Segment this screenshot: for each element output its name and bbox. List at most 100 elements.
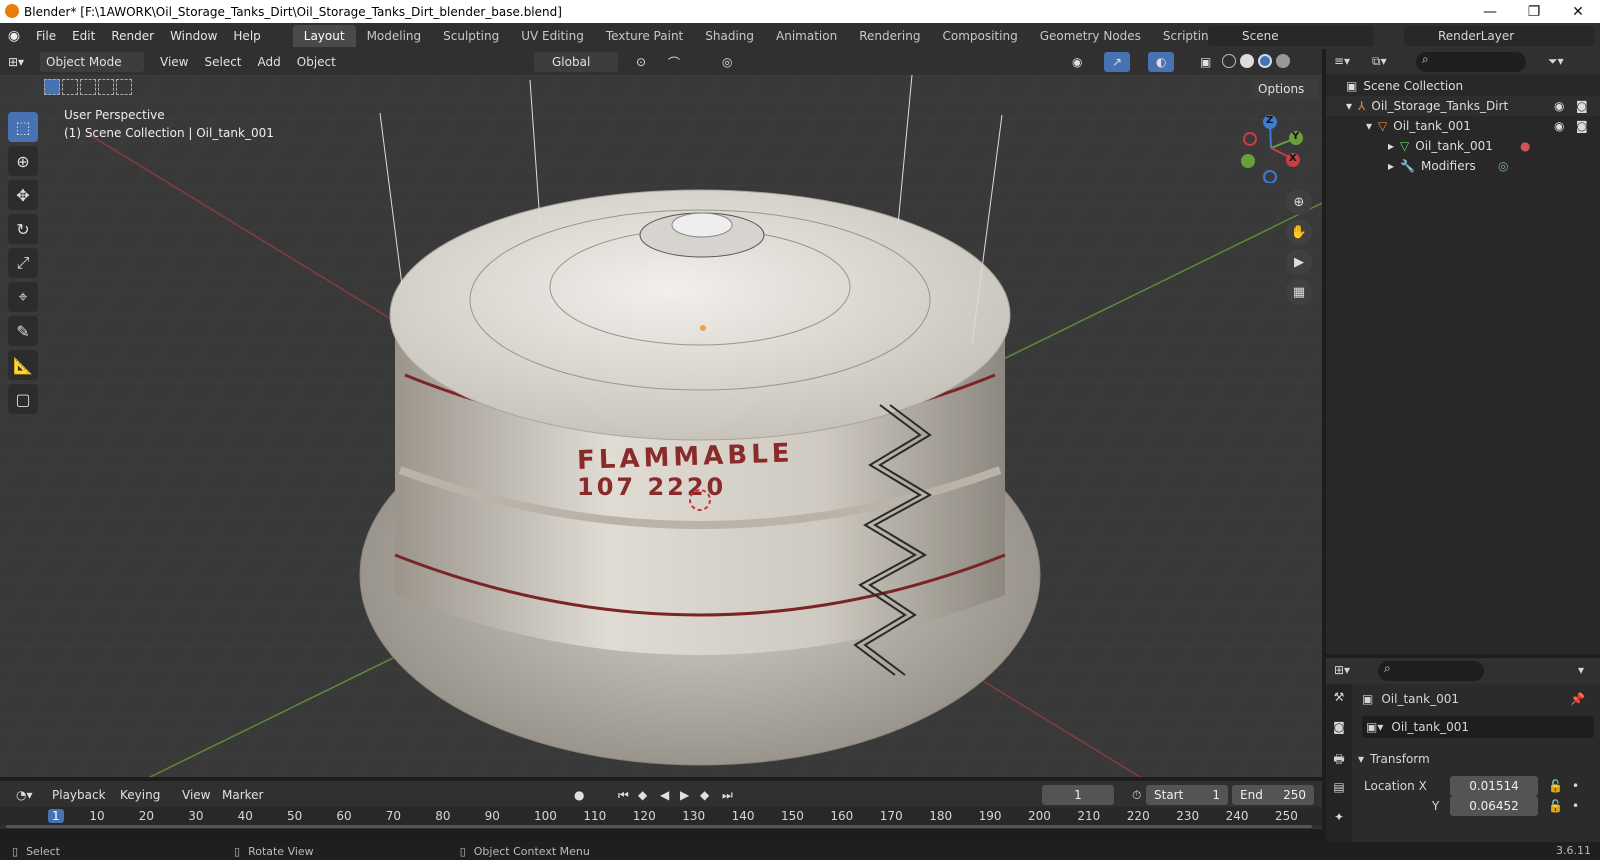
tab-layout[interactable]: Layout xyxy=(292,25,356,47)
cursor-icon[interactable]: ⊕ xyxy=(8,146,38,176)
keyframe-dot-icon[interactable]: • xyxy=(1572,799,1579,813)
render-camera-icon[interactable]: ◙ xyxy=(1576,99,1588,113)
rotate-icon[interactable]: ↻ xyxy=(8,214,38,244)
close-button[interactable]: ✕ xyxy=(1556,0,1600,23)
shading-rendered-icon[interactable] xyxy=(1276,54,1290,68)
3d-viewport[interactable]: FLAMMABLE 107 2220 User Perspective (1) … xyxy=(0,75,1322,777)
measure-icon[interactable]: 📐 xyxy=(8,350,38,380)
tab-rendering[interactable]: Rendering xyxy=(848,25,931,47)
timeline-editor-icon[interactable]: ◔▾ xyxy=(8,785,41,805)
gizmo-toggle-icon[interactable]: ↗ xyxy=(1104,52,1131,72)
timeline-ruler[interactable]: 1 10 20 30 40 50 60 70 80 90 100 110 120 130 140 150 160… xyxy=(0,807,1322,825)
view-layer-tab-icon[interactable]: ▤ xyxy=(1326,774,1352,804)
shading-wireframe-icon[interactable] xyxy=(1222,54,1236,68)
select-subtract-icon[interactable] xyxy=(80,79,96,95)
tab-shading[interactable]: Shading xyxy=(694,25,765,47)
shading-material-icon[interactable] xyxy=(1258,54,1272,68)
tab-geometry-nodes[interactable]: Geometry Nodes xyxy=(1029,25,1152,47)
menu-help[interactable]: Help xyxy=(225,23,268,49)
pan-hand-icon[interactable]: ✋ xyxy=(1286,219,1312,245)
outliner-item-scene-collection[interactable]: ▣ Scene Collection xyxy=(1326,76,1600,96)
pin-icon[interactable]: 📌 xyxy=(1570,692,1585,706)
location-y-field[interactable]: 0.06452 xyxy=(1450,796,1538,816)
maximize-button[interactable]: ❐ xyxy=(1512,0,1556,23)
tab-modeling[interactable]: Modeling xyxy=(356,25,433,47)
menu-render[interactable]: Render xyxy=(103,23,162,49)
transform-panel-header[interactable]: ▾ Transform xyxy=(1358,748,1594,770)
outliner-item-oil-tank-object[interactable]: ▾ ▽ Oil_tank_001 ◉ ◙ xyxy=(1326,116,1600,136)
menu-playback[interactable]: Playback xyxy=(44,785,114,805)
render-camera-icon[interactable]: ◙ xyxy=(1576,119,1588,133)
options-button[interactable]: Options xyxy=(1252,79,1318,99)
navigation-gizmo[interactable]: Z Y X xyxy=(1236,113,1306,184)
outliner-item-oil-storage-tanks[interactable]: ▾ ⅄ Oil_Storage_Tanks_Dirt ◉ ◙ xyxy=(1326,96,1600,116)
menu-window[interactable]: Window xyxy=(162,23,225,49)
minimize-button[interactable]: — xyxy=(1468,0,1512,23)
render-layer-selector[interactable]: RenderLayer xyxy=(1404,26,1594,46)
tab-texture-paint[interactable]: Texture Paint xyxy=(595,25,694,47)
menu-edit[interactable]: Edit xyxy=(64,23,103,49)
camera-view-icon[interactable]: ▶ xyxy=(1286,249,1312,275)
visibility-eye-icon[interactable]: ◉ xyxy=(1554,119,1564,133)
menu-view[interactable]: View xyxy=(152,52,196,72)
pivot-icon[interactable]: ⊙ xyxy=(628,52,654,72)
tab-animation[interactable]: Animation xyxy=(765,25,848,47)
shading-solid-icon[interactable] xyxy=(1240,54,1254,68)
viewport-scene[interactable]: FLAMMABLE 107 2220 xyxy=(0,75,1322,777)
select-new-icon[interactable] xyxy=(44,79,60,95)
current-frame-field[interactable]: 1 xyxy=(1042,785,1114,805)
location-x-field[interactable]: 0.01514 xyxy=(1450,776,1538,796)
menu-add[interactable]: Add xyxy=(250,52,289,72)
properties-search-input[interactable]: ⌕ xyxy=(1378,661,1484,681)
render-tab-icon[interactable]: ◙ xyxy=(1326,714,1352,744)
menu-marker[interactable]: Marker xyxy=(214,785,271,805)
lock-icon[interactable]: 🔓 xyxy=(1548,779,1563,793)
timeline-scrollbar[interactable] xyxy=(6,825,1312,828)
scene-tab-icon[interactable]: ✦ xyxy=(1326,804,1352,834)
menu-select[interactable]: Select xyxy=(196,52,249,72)
menu-file[interactable]: File xyxy=(28,23,64,49)
proportional-edit-icon[interactable]: ◎ xyxy=(714,52,740,72)
properties-options-icon[interactable]: ▾ xyxy=(1578,663,1584,677)
snap-icon[interactable]: ⌒ xyxy=(660,52,688,72)
jump-end-icon[interactable]: ⏭ xyxy=(714,785,741,805)
zoom-icon[interactable]: ⊕ xyxy=(1286,189,1312,215)
end-frame-field[interactable]: End 250 xyxy=(1232,785,1314,805)
annotate-icon[interactable]: ✎ xyxy=(8,316,38,346)
outliner-item-modifiers[interactable]: ▸ 🔧 Modifiers ◎ xyxy=(1326,156,1600,176)
move-icon[interactable]: ✥ xyxy=(8,180,38,210)
select-box-icon[interactable]: ⬚ xyxy=(8,112,38,142)
select-extend-icon[interactable] xyxy=(62,79,78,95)
menu-keying[interactable]: Keying xyxy=(112,785,168,805)
overlay-toggle-icon[interactable]: ◐ xyxy=(1148,52,1175,72)
blender-menu-icon[interactable]: ◉ xyxy=(0,28,28,44)
transform-orientation-selector[interactable]: Global xyxy=(534,52,618,72)
tab-compositing[interactable]: Compositing xyxy=(931,25,1028,47)
scene-selector[interactable]: Scene xyxy=(1208,26,1374,46)
add-cube-icon[interactable]: ▢ xyxy=(8,384,38,414)
tab-uv-editing[interactable]: UV Editing xyxy=(510,25,595,47)
timeline-playhead[interactable]: 1 xyxy=(48,809,64,823)
lock-icon[interactable]: 🔓 xyxy=(1548,799,1563,813)
output-tab-icon[interactable]: 🖶 xyxy=(1326,744,1352,774)
tool-tab-icon[interactable]: ⚒ xyxy=(1326,684,1352,714)
select-invert-icon[interactable] xyxy=(98,79,114,95)
outliner-item-mesh-data[interactable]: ▸ ▽ Oil_tank_001 ● xyxy=(1326,136,1600,156)
outliner-filter-icon[interactable]: ⏷▾ xyxy=(1548,54,1564,69)
properties-data-row[interactable]: ▣▾ Oil_tank_001 xyxy=(1362,716,1594,738)
properties-editor-icon[interactable]: ⊞▾ xyxy=(1334,663,1350,677)
select-intersect-icon[interactable] xyxy=(116,79,132,95)
start-frame-field[interactable]: Start 1 xyxy=(1146,785,1228,805)
menu-object[interactable]: Object xyxy=(289,52,344,72)
xray-icon[interactable]: ▣ xyxy=(1192,52,1219,72)
mode-selector[interactable]: Object Mode xyxy=(40,52,144,72)
outliner-editor-icon[interactable]: ≡▾ xyxy=(1334,54,1350,68)
transform-icon[interactable]: ⌖ xyxy=(8,282,38,312)
visibility-icon[interactable]: ◉ xyxy=(1064,52,1090,72)
scale-icon[interactable]: ⤢ xyxy=(8,248,38,278)
record-icon[interactable]: ● xyxy=(566,785,592,805)
outliner-display-icon[interactable]: ⧉▾ xyxy=(1372,54,1387,69)
outliner-search-input[interactable]: ⌕ xyxy=(1416,52,1526,72)
keyframe-dot-icon[interactable]: • xyxy=(1572,779,1579,793)
menu-timeline-view[interactable]: View xyxy=(174,785,218,805)
